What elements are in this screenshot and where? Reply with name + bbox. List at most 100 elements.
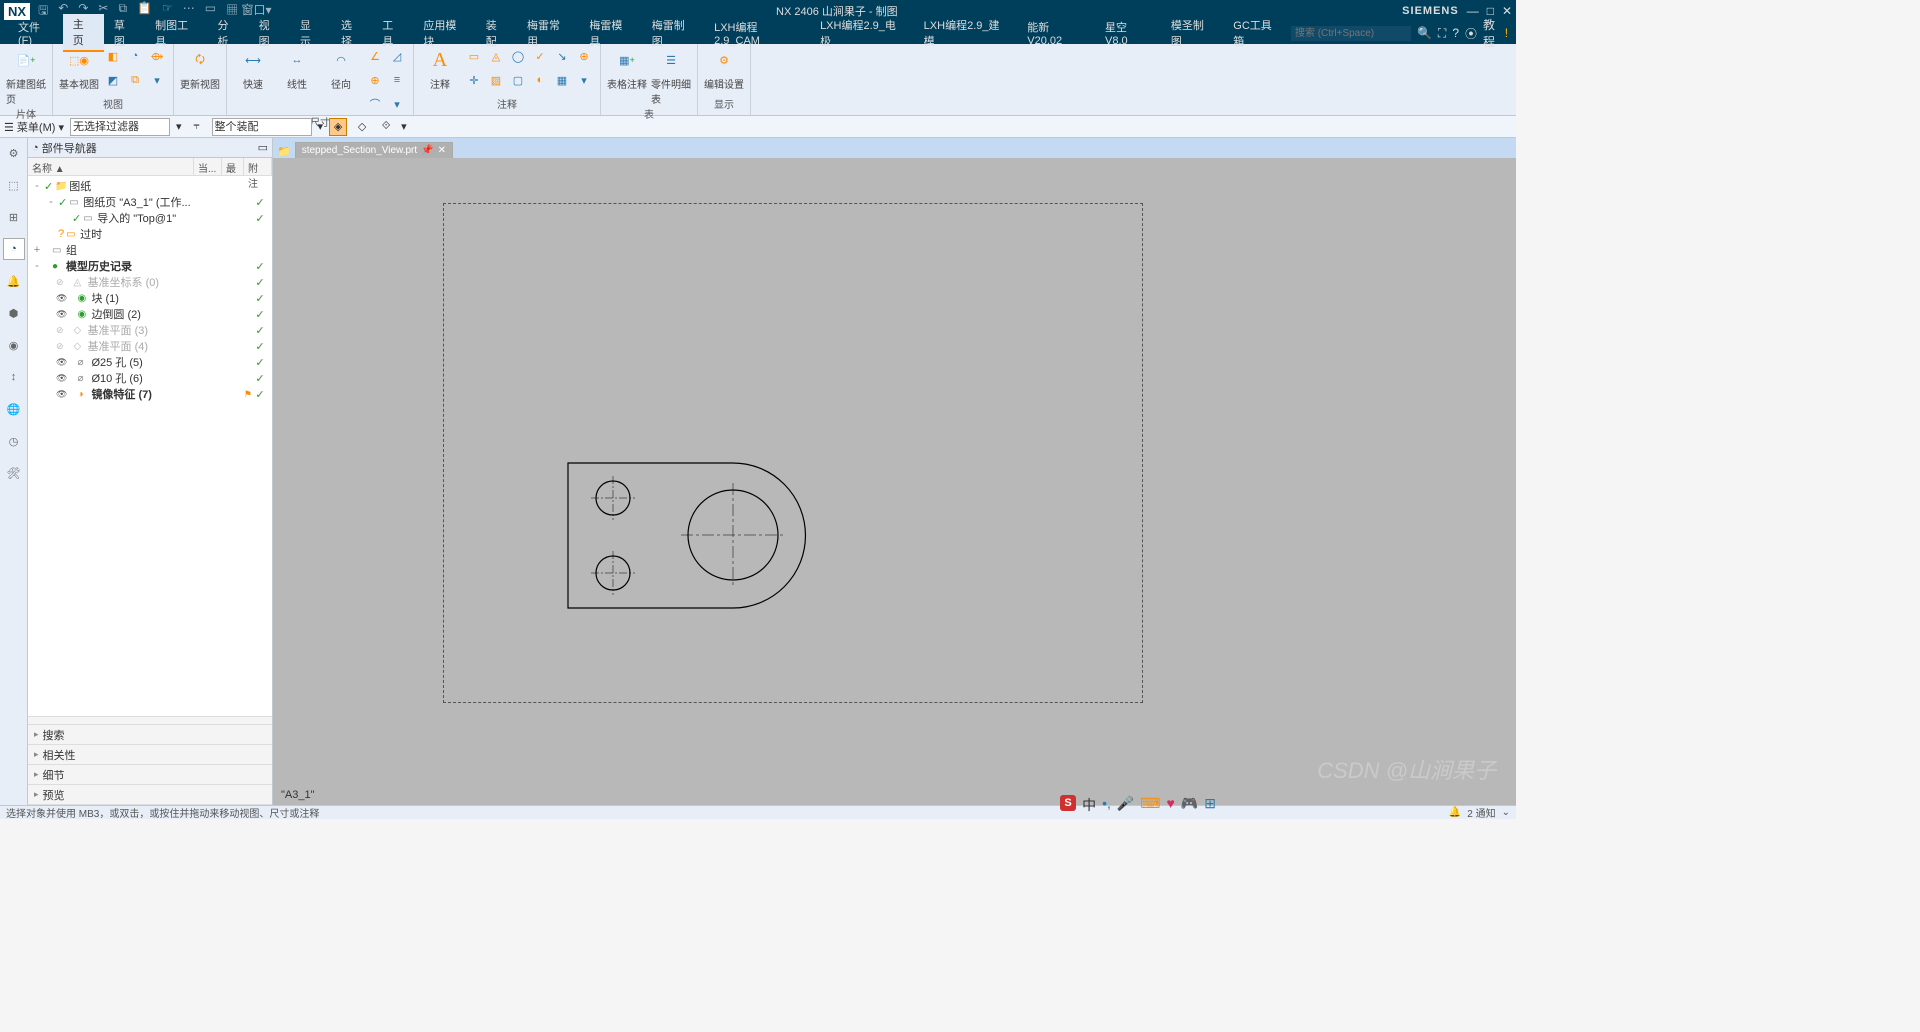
search-icon[interactable]: 🔍 (1417, 26, 1432, 40)
help2-icon[interactable]: ⦿ (1465, 25, 1477, 42)
clock-icon[interactable]: ◷ (3, 430, 25, 452)
more-view-icon[interactable]: ▾ (147, 70, 167, 90)
proj-view-icon[interactable]: ◧ (103, 46, 123, 66)
tree-row[interactable]: ✓▭导入的 "Top@1"✓ (28, 210, 272, 226)
status-notif[interactable]: 2 通知 (1467, 805, 1495, 820)
assembly-nav-icon[interactable]: ⬚ (3, 174, 25, 196)
ord-dim-icon[interactable]: ⊕ (365, 70, 385, 90)
fcf-icon[interactable]: ▭ (464, 46, 484, 66)
tree-row[interactable]: ⊘◇基准平面 (3)✓ (28, 322, 272, 338)
ang-dim-icon[interactable]: ∠ (365, 46, 385, 66)
notification-icon[interactable]: 🔔 (3, 270, 25, 292)
target-icon[interactable]: ⊕ (574, 46, 594, 66)
filter-funnel-icon[interactable]: ⫧ (188, 118, 206, 136)
id-icon[interactable]: ▢ (508, 70, 528, 90)
ime-badge-icon[interactable]: S (1060, 795, 1076, 811)
acc-detail[interactable]: 细节 (28, 765, 272, 785)
acc-preview[interactable]: 预览 (28, 785, 272, 805)
selection-filter[interactable]: 无选择过滤器 (70, 118, 170, 136)
menu-button[interactable]: ☰ 菜单(M) ▾ (4, 119, 64, 135)
chamfer-dim-icon[interactable]: ◿ (387, 46, 407, 66)
tree-row[interactable]: ⊘◇基准平面 (4)✓ (28, 338, 272, 354)
center-icon[interactable]: ✛ (464, 70, 484, 90)
break-view-icon[interactable]: ⧉ (125, 70, 145, 90)
ime-punct-icon[interactable]: •, (1102, 795, 1111, 815)
table-annot-button[interactable]: ▦+表格注释 (607, 46, 647, 106)
tree-row[interactable]: 👁⌀Ø10 孔 (6)✓ (28, 370, 272, 386)
weld-icon[interactable]: ↘ (552, 46, 572, 66)
document-tab[interactable]: stepped_Section_View.prt 📌 ✕ (295, 142, 453, 158)
menu-mosheng[interactable]: 模圣制图 (1161, 15, 1223, 51)
image-icon[interactable]: ▦ (552, 70, 572, 90)
status-bell-icon[interactable]: 🔔 (1449, 807, 1461, 818)
panel-close-icon[interactable]: ▭ (258, 141, 268, 154)
col-notes[interactable]: 附注 (244, 158, 272, 175)
section-icon[interactable]: ⟴ (147, 46, 167, 66)
roles-icon[interactable]: ↕ (3, 366, 25, 388)
col-current[interactable]: 当... (194, 158, 222, 175)
menu-lxh-elec[interactable]: LXH编程2.9_电极 (810, 15, 914, 51)
surface-icon[interactable]: ✓ (530, 46, 550, 66)
base-view-button[interactable]: ⬚◉基本视图 (59, 46, 99, 91)
tab-close-icon[interactable]: ✕ (438, 145, 446, 156)
ime-keyboard-icon[interactable]: ⌨ (1140, 795, 1160, 815)
tree-row[interactable]: 👁◑镜像特征 (7)⚑✓ (28, 386, 272, 402)
col-latest[interactable]: 最 (222, 158, 244, 175)
hatch-icon[interactable]: ▨ (486, 70, 506, 90)
open-tab-icon[interactable]: 📁 (277, 145, 291, 158)
warn-icon[interactable]: ! (1505, 26, 1508, 40)
tree-row[interactable]: 👁◉块 (1)✓ (28, 290, 272, 306)
menu-lxh-model[interactable]: LXH编程2.9_建模 (914, 15, 1018, 51)
quick-dim-button[interactable]: ⟷快速 (233, 46, 273, 114)
aux-view-icon[interactable]: ◩ (103, 70, 123, 90)
reuse-icon[interactable]: ⬢ (3, 302, 25, 324)
sel-mode2-icon[interactable]: ◇ (353, 118, 371, 136)
sel-mode3-icon[interactable]: ⟐ (377, 118, 395, 136)
tree-row[interactable]: +▭组 (28, 242, 272, 258)
more-dim-icon[interactable]: ▾ (387, 94, 407, 114)
tools-icon[interactable]: 🛠 (3, 462, 25, 484)
sel-mode1-icon[interactable]: ◈ (329, 118, 347, 136)
detail-view-icon[interactable]: ◔ (125, 46, 145, 66)
annotation-button[interactable]: A注释 (420, 46, 460, 91)
status-chevron-icon[interactable]: ⌄ (1502, 807, 1510, 818)
ime-game-icon[interactable]: 🎮 (1181, 795, 1198, 815)
tree-row[interactable]: 👁⌀Ø25 孔 (5)✓ (28, 354, 272, 370)
acc-depend[interactable]: 相关性 (28, 745, 272, 765)
menu-xingkong[interactable]: 星空 V8.0 (1095, 17, 1161, 49)
new-sheet-button[interactable]: 📄+新建图纸页 (6, 46, 46, 106)
acc-search[interactable]: 搜索 (28, 725, 272, 745)
col-name[interactable]: 名称 ▲ (28, 158, 194, 175)
drawing-canvas[interactable]: "A3_1" CSDN @山涧果子 (273, 158, 1516, 805)
drawing-view[interactable] (563, 458, 823, 618)
update-view-button[interactable]: 🗘更新视图 (180, 46, 220, 91)
tree-row[interactable]: -✓▭图纸页 "A3_1" (工作...✓ (28, 194, 272, 210)
linear-dim-button[interactable]: ↔线性 (277, 46, 317, 114)
nav-tree[interactable]: -✓📁图纸-✓▭图纸页 "A3_1" (工作...✓✓▭导入的 "Top@1"✓… (28, 176, 272, 716)
menu-nengxin[interactable]: 能新 V20.02 (1017, 17, 1095, 49)
part-navigator-icon[interactable]: ◔ (3, 238, 25, 260)
constraint-nav-icon[interactable]: ⊞ (3, 206, 25, 228)
assembly-scope[interactable]: 整个装配 (212, 118, 312, 136)
balloon-icon[interactable]: ◯ (508, 46, 528, 66)
command-search-input[interactable] (1291, 26, 1411, 41)
tree-row[interactable]: 👁◉边倒圆 (2)✓ (28, 306, 272, 322)
tree-row[interactable]: -✓📁图纸 (28, 178, 272, 194)
tab-pin-icon[interactable]: 📌 (421, 145, 433, 156)
tree-row[interactable]: ?▭过时 (28, 226, 272, 242)
datum-icon[interactable]: ◬ (486, 46, 506, 66)
settings-icon[interactable]: ⚙ (3, 142, 25, 164)
help-icon[interactable]: ? (1452, 26, 1459, 40)
menu-gc-toolbox[interactable]: GC工具箱 (1223, 15, 1291, 51)
tutorial-link[interactable]: 教程 (1483, 16, 1499, 50)
tree-row[interactable]: ⊘◬基准坐标系 (0)✓ (28, 274, 272, 290)
ime-lang[interactable]: 中 (1082, 795, 1096, 815)
more-annot-icon[interactable]: ▾ (574, 70, 594, 90)
ime-grid-icon[interactable]: ⊞ (1204, 795, 1216, 815)
parts-list-button[interactable]: ☰零件明细表 (651, 46, 691, 106)
history-icon[interactable]: ◉ (3, 334, 25, 356)
sketch-icon[interactable]: ◐ (530, 70, 550, 90)
fullscreen-icon[interactable]: ⛶ (1438, 26, 1446, 41)
ime-voice-icon[interactable]: 🎤 (1117, 795, 1134, 815)
radial-dim-button[interactable]: ◠径向 (321, 46, 361, 114)
